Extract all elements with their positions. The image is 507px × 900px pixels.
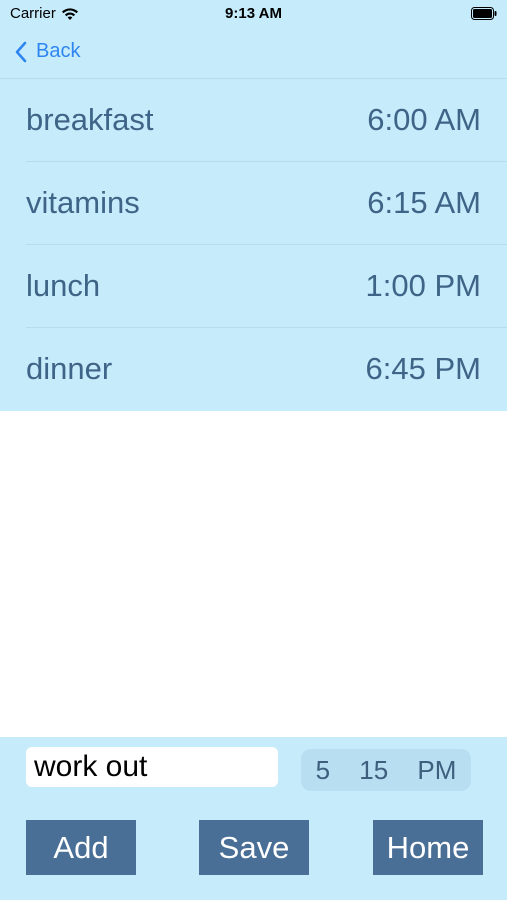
- schedule-list: breakfast 6:00 AM vitamins 6:15 AM lunch…: [0, 79, 507, 410]
- entry-form: 5 15 PM Add Save Home: [0, 737, 507, 900]
- item-time: 6:45 PM: [365, 351, 481, 386]
- item-time: 6:15 AM: [367, 185, 481, 220]
- list-item[interactable]: dinner 6:45 PM: [26, 328, 507, 410]
- battery-icon: [471, 7, 497, 20]
- save-button[interactable]: Save: [199, 820, 309, 875]
- back-label: Back: [36, 40, 81, 62]
- schedule-panel: Carrier 9:13 AM Back breakfast 6:00 AM v…: [0, 0, 507, 411]
- time-picker[interactable]: 5 15 PM: [301, 749, 471, 791]
- list-item[interactable]: vitamins 6:15 AM: [26, 162, 507, 245]
- period-picker[interactable]: PM: [411, 755, 462, 786]
- minute-picker[interactable]: 15: [353, 755, 394, 786]
- back-button[interactable]: Back: [14, 40, 80, 63]
- list-item[interactable]: breakfast 6:00 AM: [26, 79, 507, 162]
- hour-picker[interactable]: 5: [310, 755, 336, 786]
- item-time: 6:00 AM: [367, 102, 481, 137]
- home-button[interactable]: Home: [373, 820, 483, 875]
- list-item[interactable]: lunch 1:00 PM: [26, 245, 507, 328]
- item-name: vitamins: [26, 185, 140, 220]
- chevron-left-icon: [15, 41, 27, 62]
- item-name: dinner: [26, 351, 113, 386]
- status-time: 9:13 AM: [225, 5, 282, 22]
- navigation-bar: Back: [0, 30, 507, 79]
- item-name-input[interactable]: [26, 747, 278, 787]
- item-name: lunch: [26, 268, 101, 303]
- status-bar: Carrier 9:13 AM: [0, 0, 507, 28]
- item-name: breakfast: [26, 102, 154, 137]
- add-button[interactable]: Add: [26, 820, 136, 875]
- item-time: 1:00 PM: [365, 268, 481, 303]
